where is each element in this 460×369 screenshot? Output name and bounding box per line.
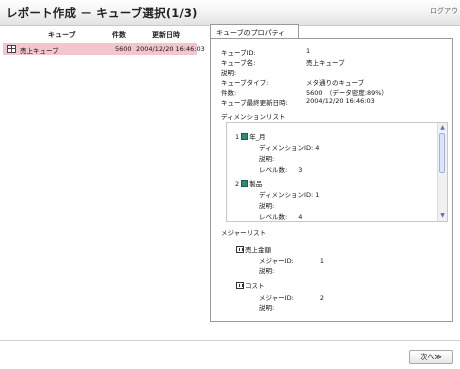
measure-id-label: メジャーID: — [259, 294, 294, 302]
dimension-level-value: 4 — [298, 213, 303, 221]
dimension-id-label: ディメンションID: — [259, 191, 314, 199]
cube-list-header: キューブ 件数 更新日時 — [0, 30, 200, 41]
dimension-id-label: ディメンションID: — [259, 144, 314, 152]
dimension-index: 2 — [235, 180, 240, 188]
dimension-id-value: 4 — [315, 144, 320, 152]
measure-1-desc: 説明: — [259, 265, 274, 275]
dimension-index: 1 — [235, 133, 240, 141]
prop-value: 1 — [306, 47, 311, 55]
measure-2-desc: 説明: — [259, 302, 274, 312]
page-title: レポート作成 － キューブ選択(1/3) — [6, 6, 198, 20]
dimension-desc-label: 説明: — [259, 155, 275, 163]
dimension-level-label: レベル数: — [259, 166, 288, 174]
cube-icon — [7, 45, 16, 53]
measure-name: コスト — [245, 282, 265, 290]
measure-2-id: メジャーID: 2 — [259, 292, 324, 302]
dimension-name: 製品 — [249, 180, 263, 188]
dimension-ellipsis: ・・ — [244, 217, 257, 221]
prop-value: 5600 （データ密度:89%） — [306, 89, 388, 97]
dimension-id-value: 1 — [315, 191, 320, 199]
tab-cube-properties[interactable]: キューブのプロパティ — [210, 24, 299, 39]
measure-list-label: メジャーリスト — [221, 229, 267, 237]
prop-label: キューブ最終更新日時: — [221, 99, 288, 107]
scroll-up-icon[interactable]: ▲ — [439, 124, 446, 132]
scroll-down-icon[interactable]: ▼ — [439, 212, 446, 220]
prop-value: メタ通りのキューブ — [306, 79, 365, 87]
measure-item-1: 売上金額 — [236, 244, 271, 254]
dimension-item-2: 2 製品 — [235, 178, 262, 188]
dimension-1-levels: レベル数: 3 — [259, 164, 302, 174]
logout-link[interactable]: ログアウ — [430, 6, 458, 16]
prop-value: 売上キューブ — [306, 59, 345, 67]
dimension-scrollbar[interactable]: ▲ ▼ — [437, 123, 447, 221]
prop-label: キューブ名: — [221, 59, 256, 67]
dimension-level-label: レベル数: — [259, 213, 288, 221]
measure-icon — [236, 246, 244, 253]
measure-desc-label: 説明: — [259, 304, 275, 312]
prop-label: 説明: — [221, 69, 237, 77]
measure-icon — [236, 282, 244, 289]
cube-list-row[interactable]: 売上キューブ 5600 2004/12/20 16:46:03 — [3, 43, 205, 55]
dimension-icon — [241, 180, 249, 187]
dimension-item-1: 1 年_月 — [235, 131, 265, 141]
cube-updated-cell: 2004/12/20 16:46:03 — [136, 45, 205, 53]
measure-name: 売上金額 — [245, 246, 271, 254]
column-header-cube[interactable]: キューブ — [48, 30, 76, 40]
prop-label: 件数: — [221, 89, 237, 97]
column-header-updated[interactable]: 更新日時 — [152, 30, 180, 40]
measure-id-value: 1 — [319, 257, 325, 265]
dimension-2-levels: レベル数: 4 — [259, 211, 302, 221]
dimension-list-box[interactable]: 1 年_月 ディメンションID: 4 説明: レベル数: 3 2 製品 ディメン… — [226, 122, 448, 222]
dimension-1-id: ディメンションID: 4 — [259, 142, 319, 152]
next-button[interactable]: 次へ≫ — [409, 350, 453, 364]
measure-id-label: メジャーID: — [259, 257, 294, 265]
tab-cube-properties-label: キューブのプロパティ — [216, 29, 286, 37]
prop-label: キューブタイプ: — [221, 79, 269, 87]
dimension-icon — [241, 133, 249, 140]
dimension-2-desc: 説明: — [259, 200, 274, 210]
measure-1-id: メジャーID: 1 — [259, 255, 324, 265]
measure-desc-label: 説明: — [259, 267, 275, 275]
cube-count-cell: 5600 — [115, 45, 132, 53]
prop-value: 2004/12/20 16:46:03 — [306, 97, 375, 105]
dimension-desc-label: 説明: — [259, 202, 275, 210]
column-header-count[interactable]: 件数 — [112, 30, 126, 40]
footer-divider — [0, 340, 460, 341]
dimension-list-label: ディメンションリスト — [221, 113, 286, 121]
title-bar: レポート作成 － キューブ選択(1/3) ログアウ — [0, 0, 460, 26]
measure-item-2: コスト — [236, 280, 265, 290]
cube-name-cell: 売上キューブ — [20, 47, 59, 55]
dimension-level-value: 3 — [298, 166, 303, 174]
dimension-1-desc: 説明: — [259, 153, 274, 163]
dimension-name: 年_月 — [249, 133, 266, 141]
scroll-thumb[interactable] — [439, 133, 445, 173]
dimension-2-id: ディメンションID: 1 — [259, 189, 319, 199]
measure-id-value: 2 — [319, 294, 325, 302]
prop-label: キューブID: — [221, 49, 256, 57]
